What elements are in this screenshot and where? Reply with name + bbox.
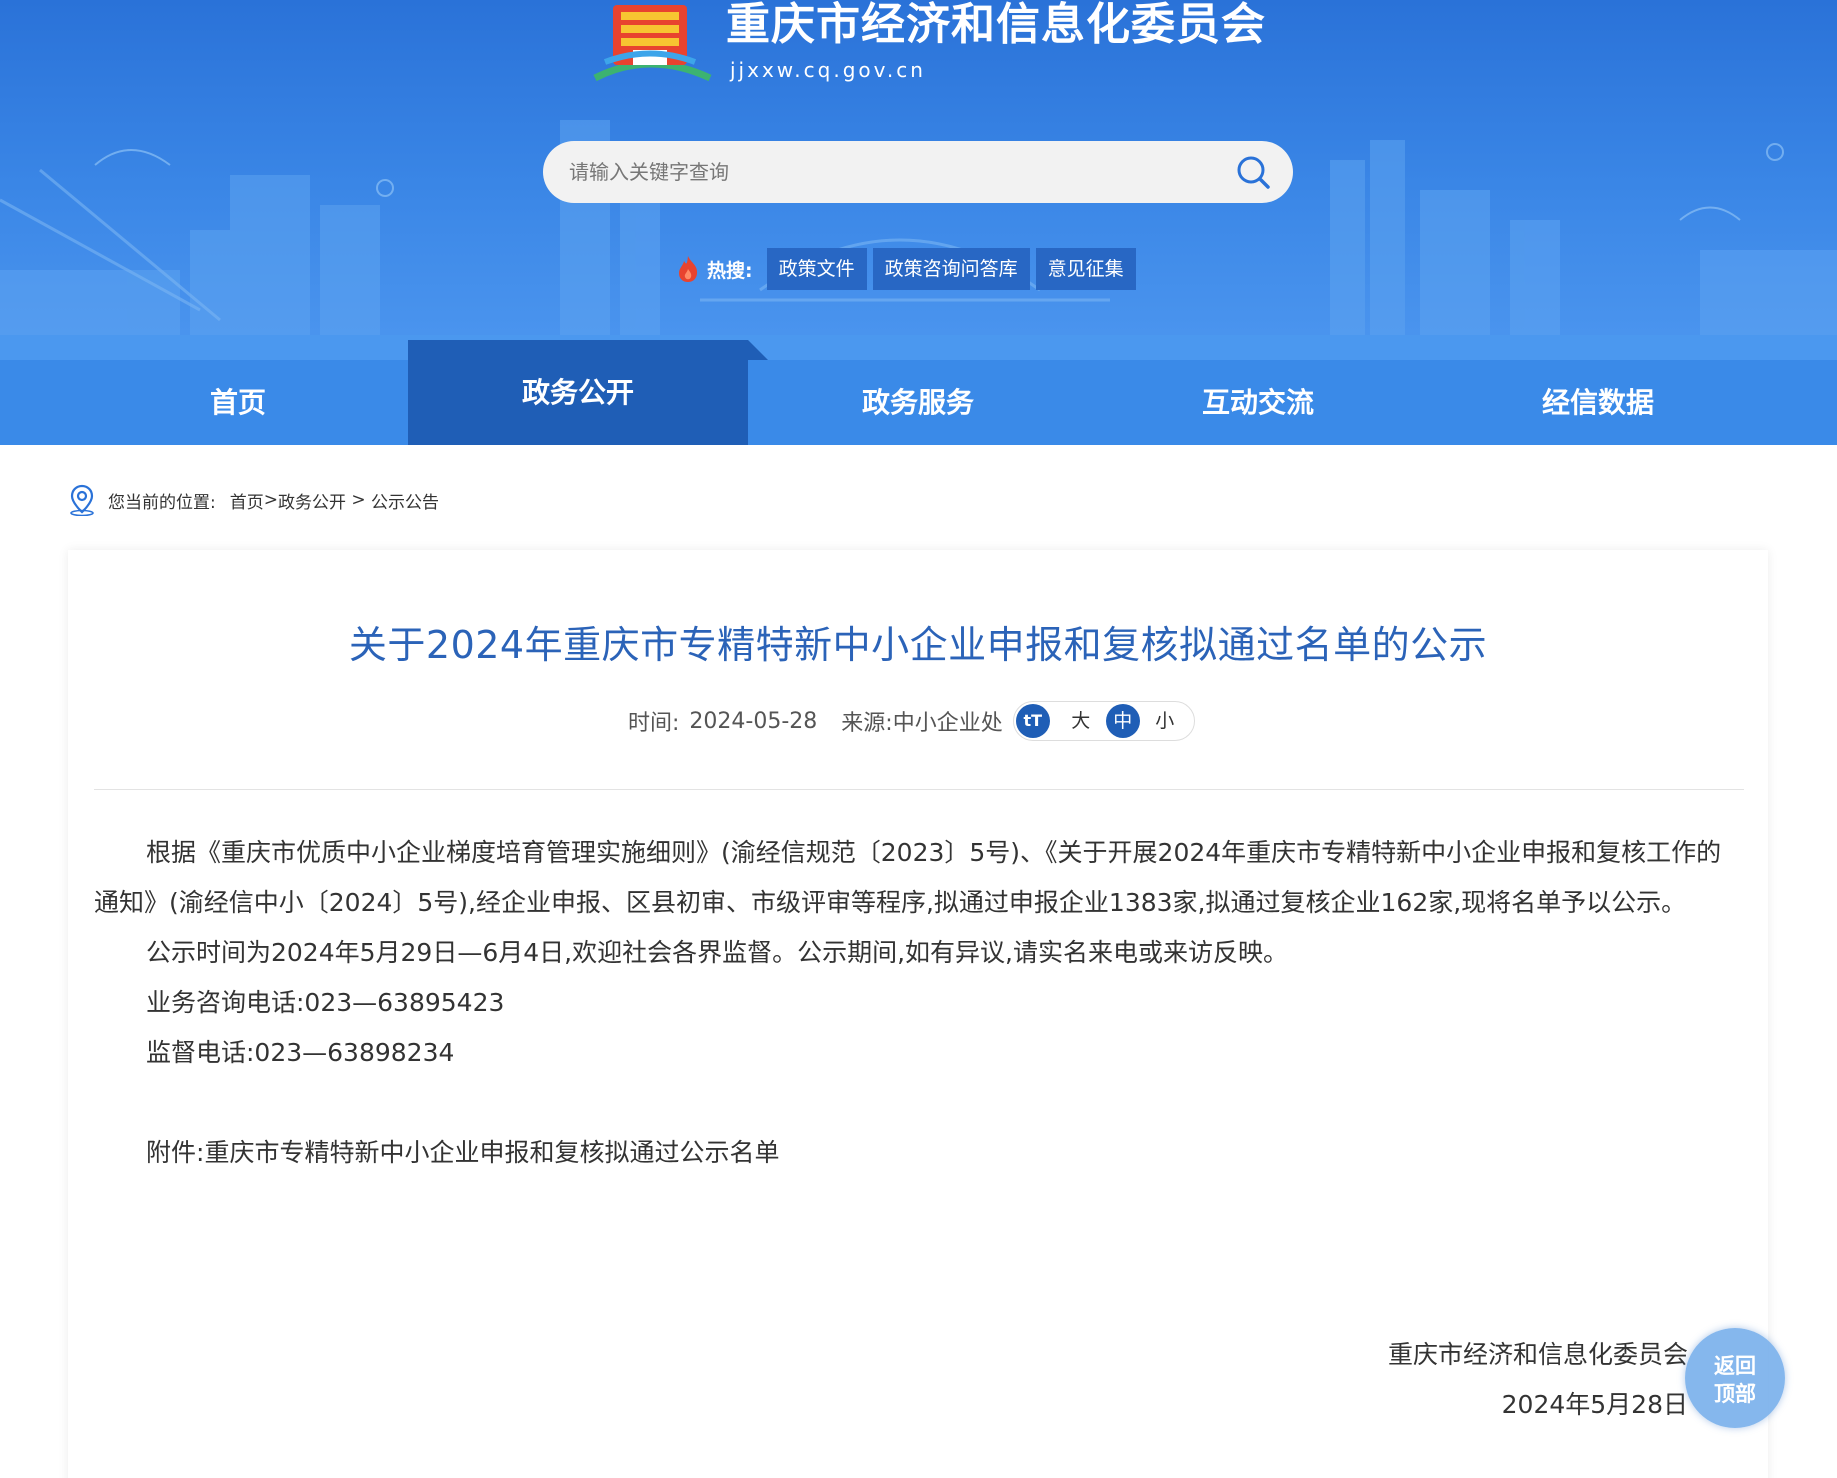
title-divider [94,789,1744,790]
nav-item-interaction[interactable]: 互动交流 [1088,360,1428,445]
article-title: 关于2024年重庆市专精特新中小企业申报和复核拟通过名单的公示 [348,623,1488,667]
source-value: 中小企业处 [892,711,1003,736]
back-to-top-button[interactable]: 返回 顶部 [1685,1328,1785,1428]
nav-item-data[interactable]: 经信数据 [1428,360,1768,445]
site-header: 重庆市经济和信息化委员会 jjxxw.cq.gov.cn 热搜: 政策文件 政策… [0,0,1837,335]
breadcrumb: 您当前的位置: 首页 > 政务公开 > 公示公告 [68,482,439,518]
location-pin-icon [70,484,94,516]
hot-tag-policy-qa[interactable]: 政策咨询问答库 [872,248,1030,290]
signature-org: 重庆市经济和信息化委员会 [1387,1340,1688,1369]
article-card: 关于2024年重庆市专精特新中小企业申报和复核拟通过名单的公示 时间: 2024… [68,550,1768,1478]
paragraph-intro: 根据《重庆市优质中小企业梯度培育管理实施细则》(渝经信规范〔2023〕5号)、《… [94,838,1722,917]
attachment-line: 附件:重庆市专精特新中小企业申报和复核拟通过公示名单 [94,1128,1744,1178]
business-phone: 业务咨询电话:023—63895423 [146,988,505,1017]
main-nav: 首页 政务服务 互动交流 经信数据 [0,360,1837,445]
fire-icon [679,256,698,282]
paragraph-period: 公示时间为2024年5月29日—6月4日,欢迎社会各界监督。公示期间,如有异议,… [146,938,1288,967]
search-icon[interactable] [1235,154,1271,190]
nav-item-services[interactable]: 政务服务 [748,360,1088,445]
attachment-link[interactable]: 重庆市专精特新中小企业申报和复核拟通过公示名单 [204,1138,779,1167]
signature-date: 2024年5月28日 [1501,1390,1688,1419]
breadcrumb-sep: > [263,490,278,510]
site-title: 重庆市经济和信息化委员会 [726,0,1266,50]
breadcrumb-sep: > [345,490,372,510]
site-logo-emblem [593,5,712,82]
article-meta: 时间: 2024-05-28 来源: 中小企业处 tT 大 中 小 [628,700,1195,742]
hot-tag-policy-files[interactable]: 政策文件 [766,248,867,290]
font-size-small[interactable]: 小 [1148,704,1182,738]
nav-item-gov-affairs-active[interactable]: 政务公开 [408,340,748,445]
nav-active-corner [748,340,768,360]
back-to-top-line2: 顶部 [1714,1382,1756,1406]
back-to-top-line1: 返回 [1714,1354,1756,1378]
attachment-label: 附件: [146,1138,205,1167]
supervision-phone: 监督电话:023—63898234 [146,1038,455,1067]
time-label: 时间: [628,711,680,736]
font-size-control: tT 大 中 小 [1012,701,1195,741]
breadcrumb-home[interactable]: 首页 [230,488,264,513]
publish-date: 2024-05-28 [689,708,818,734]
source-label: 来源: [841,711,893,736]
site-domain: jjxxw.cq.gov.cn [730,58,926,82]
search-box [543,141,1293,203]
article-body: 根据《重庆市优质中小企业梯度培育管理实施细则》(渝经信规范〔2023〕5号)、《… [94,828,1744,1178]
hot-search-label: 热搜: [707,259,753,282]
breadcrumb-prefix: 您当前的位置: [108,492,216,513]
breadcrumb-current[interactable]: 公示公告 [371,488,439,513]
hot-tag-opinion-collection[interactable]: 意见征集 [1035,248,1136,290]
font-size-medium[interactable]: 中 [1105,704,1140,738]
nav-item-home[interactable]: 首页 [68,360,408,445]
font-size-large[interactable]: 大 [1064,704,1098,738]
signature: 重庆市经济和信息化委员会 2024年5月28日 [1388,1330,1688,1430]
hot-search-bar: 热搜: 政策文件 政策咨询问答库 意见征集 [675,248,1142,290]
search-input[interactable] [569,141,1219,203]
nav-top-band [0,335,1837,360]
breadcrumb-section[interactable]: 政务公开 [278,488,346,513]
font-size-icon: tT [1015,704,1050,738]
